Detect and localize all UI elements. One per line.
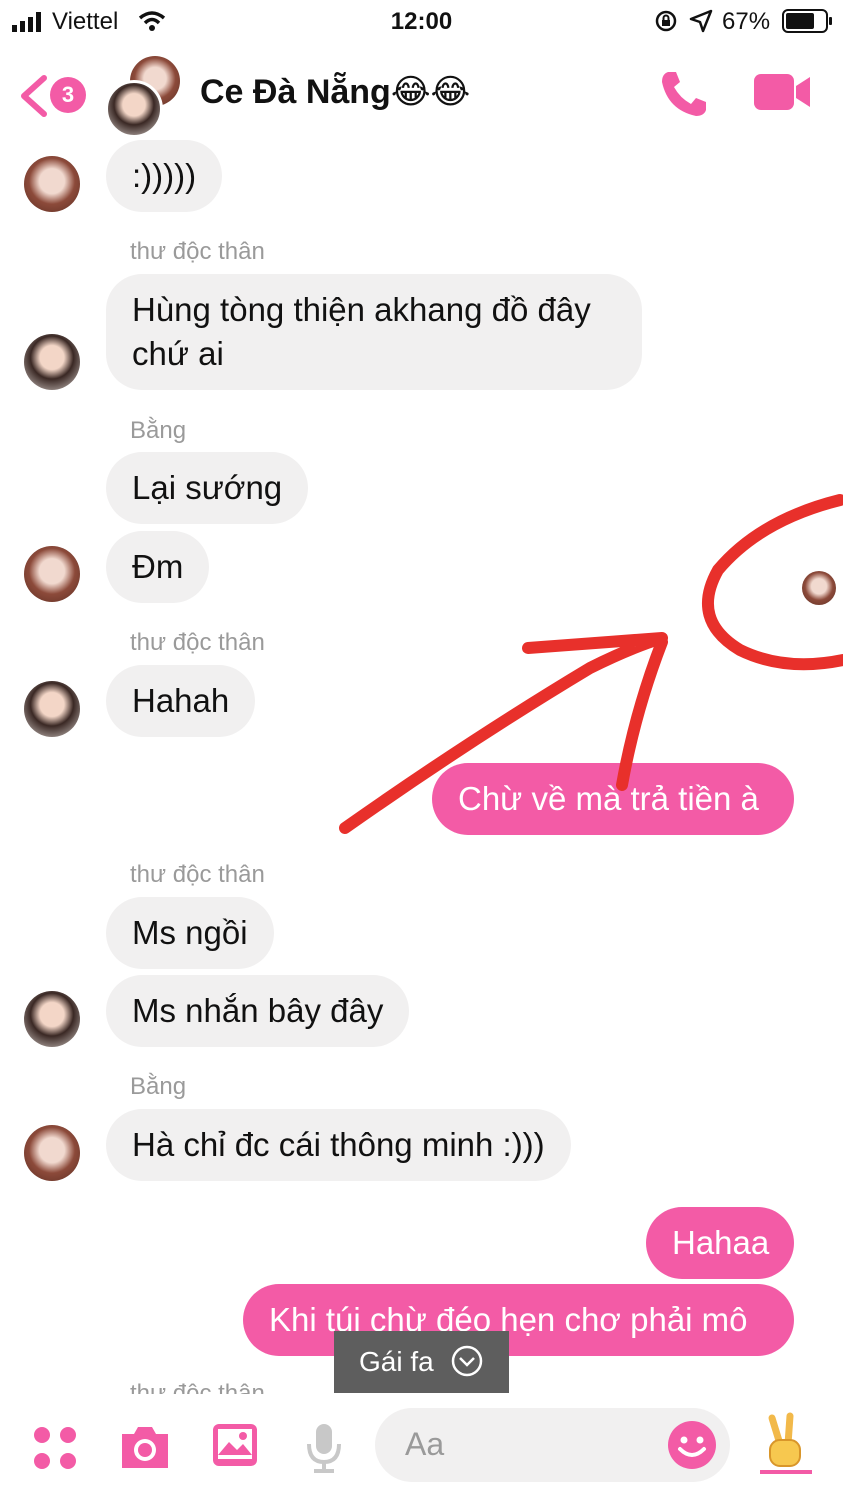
camera-icon[interactable] bbox=[118, 1424, 172, 1470]
more-apps-icon[interactable] bbox=[33, 1426, 77, 1470]
message-input-placeholder: Aa bbox=[405, 1426, 445, 1462]
composer-toolbar: Aa bbox=[0, 1394, 843, 1499]
suggestion-toast[interactable]: Gái fa bbox=[334, 1331, 509, 1393]
microphone-icon[interactable] bbox=[304, 1422, 344, 1474]
quick-reaction-icon[interactable] bbox=[760, 1412, 812, 1476]
message-input[interactable]: Aa bbox=[375, 1408, 730, 1482]
emoji-icon[interactable] bbox=[667, 1420, 717, 1470]
toast-label: Gái fa bbox=[359, 1346, 434, 1377]
gallery-icon[interactable] bbox=[211, 1422, 259, 1468]
chevron-down-circle-icon[interactable] bbox=[451, 1345, 483, 1377]
annotation-arrow-circle bbox=[339, 494, 843, 834]
